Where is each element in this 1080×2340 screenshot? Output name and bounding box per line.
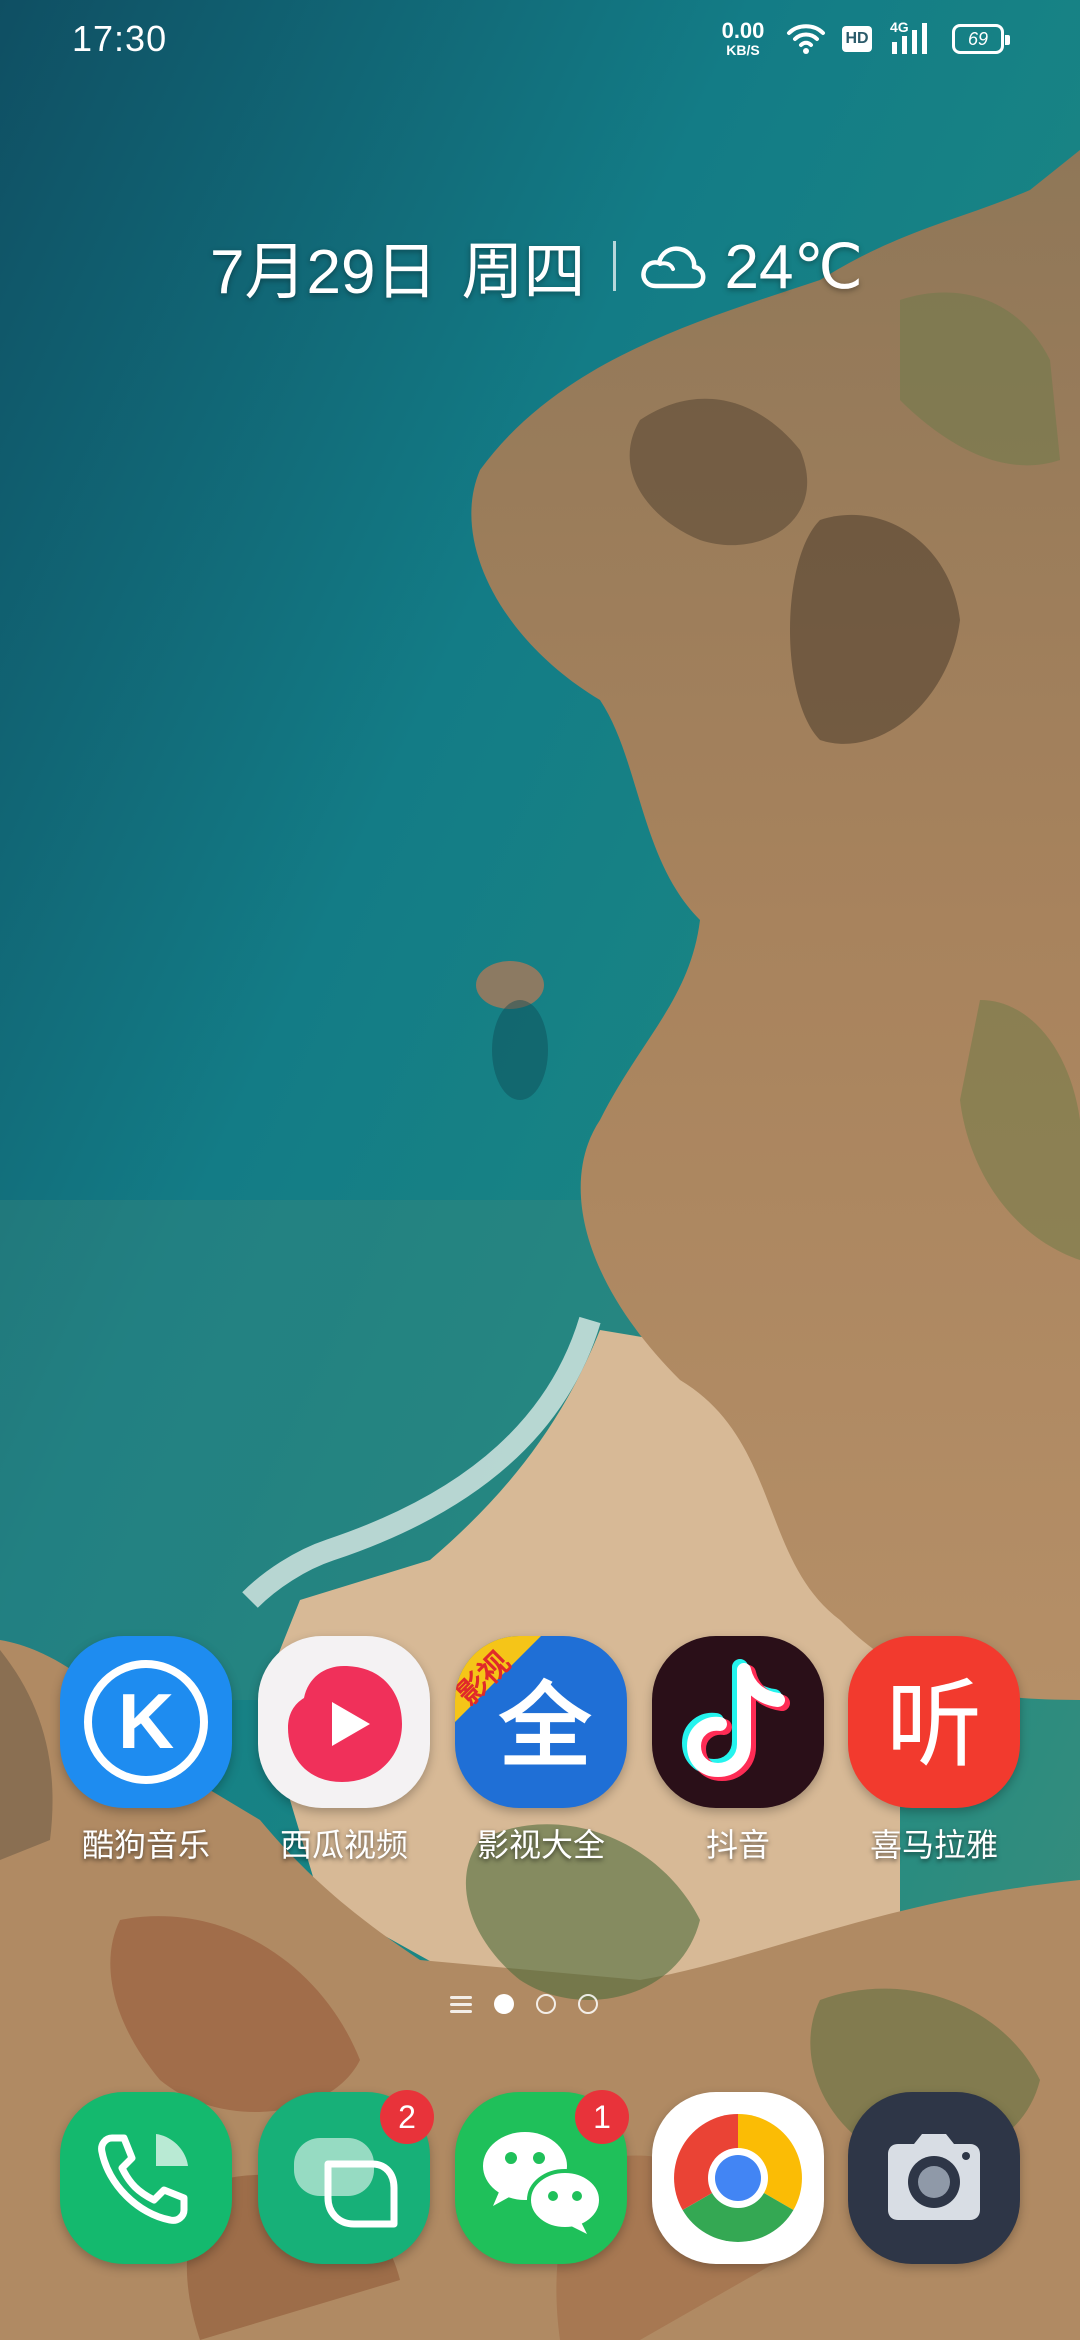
- phone-icon: [60, 2092, 232, 2264]
- dock-camera[interactable]: [846, 2092, 1022, 2264]
- unread-badge: 2: [380, 2090, 434, 2144]
- dock: 2 1: [0, 0, 1080, 2340]
- dock-phone[interactable]: [58, 2092, 234, 2264]
- chrome-icon: [652, 2092, 824, 2264]
- dock-chrome[interactable]: [650, 2092, 826, 2264]
- camera-icon: [848, 2092, 1020, 2264]
- unread-badge: 1: [575, 2090, 629, 2144]
- dock-messages[interactable]: 2: [256, 2090, 434, 2264]
- dock-wechat[interactable]: 1: [453, 2090, 629, 2264]
